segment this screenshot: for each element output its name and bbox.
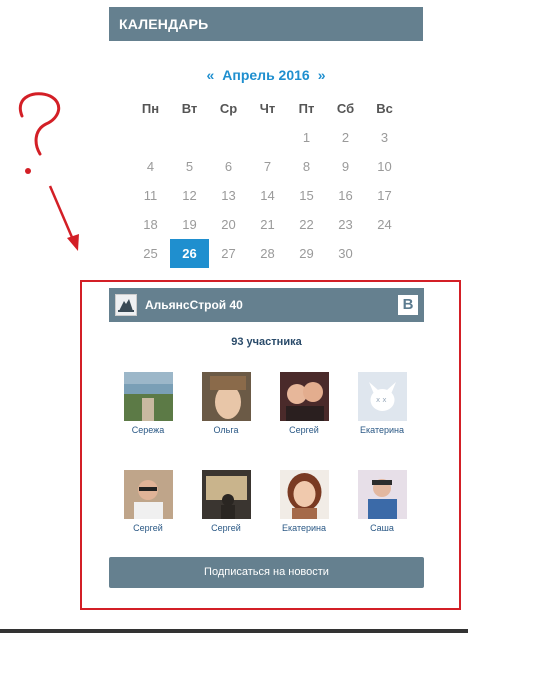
annotation-question-mark-icon — [18, 92, 79, 251]
